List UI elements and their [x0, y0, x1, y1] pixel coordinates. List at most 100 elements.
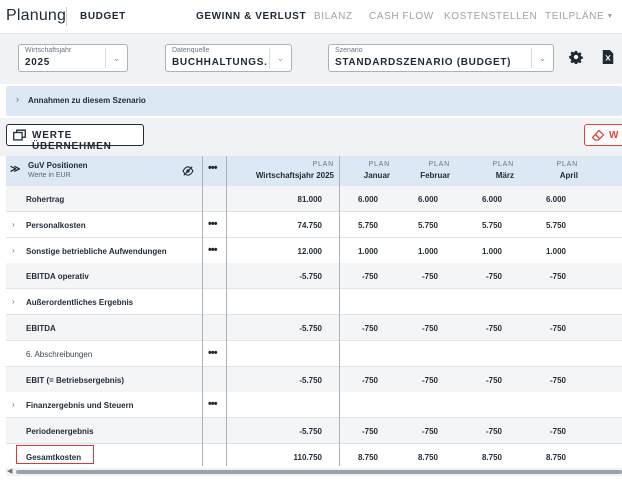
row-value[interactable]: 1.000 [442, 247, 502, 256]
take-values-label: WERTE ÜBERNEHMEN [32, 130, 112, 152]
delete-values-button[interactable]: W [584, 124, 622, 146]
row-value[interactable]: 8.750 [442, 453, 502, 462]
table-row[interactable]: Periodenergebnis -5.750 -750 -750 -750 -750 [6, 418, 622, 445]
excel-export-icon[interactable] [601, 50, 615, 64]
row-value[interactable]: -750 [506, 324, 566, 333]
horizontal-scrollbar[interactable]: ◀ [6, 468, 622, 476]
row-value[interactable]: -5.750 [262, 427, 322, 436]
row-label: 6. Abschreibungen [26, 349, 93, 359]
section-title: BUDGET [80, 11, 126, 22]
row-value[interactable]: -750 [318, 324, 378, 333]
row-value[interactable]: -750 [442, 376, 502, 385]
row-value[interactable]: -5.750 [262, 272, 322, 281]
year-select[interactable]: Wirtschaftsjahr 2025 ⌄ [18, 44, 128, 72]
row-value[interactable]: 6.000 [318, 195, 378, 204]
row-value[interactable]: -750 [378, 272, 438, 281]
column-divider [226, 156, 227, 466]
assumptions-label: Annahmen zu diesem Szenario [28, 96, 146, 105]
row-value[interactable]: 12.000 [262, 247, 322, 256]
table-row[interactable]: › Finanzergebnis und Steuern ••• [6, 392, 622, 419]
currency-note: Werte in EUR [28, 172, 71, 179]
tab-teilplaene[interactable]: TEILPLÄNE ▼ [545, 11, 614, 22]
row-value[interactable]: -750 [378, 324, 438, 333]
row-value[interactable]: -750 [318, 376, 378, 385]
row-label: Personalkosten [26, 220, 86, 230]
column-header-april: PLAN April [520, 156, 584, 186]
row-value[interactable]: 5.750 [442, 221, 502, 230]
row-value[interactable]: 8.750 [318, 453, 378, 462]
row-more-icon[interactable]: ••• [208, 218, 218, 230]
row-value[interactable]: -750 [442, 272, 502, 281]
row-value[interactable]: 6.000 [442, 195, 502, 204]
tab-gewinn-verlust[interactable]: GEWINN & VERLUST [196, 11, 306, 22]
scenario-select[interactable]: Szenario STANDARDSZENARIO (BUDGET) ⌄ [328, 44, 554, 72]
table-row[interactable]: EBIT (= Betriebsergebnis) -5.750 -750 -750-… [6, 366, 622, 393]
row-value[interactable]: 1.000 [378, 247, 438, 256]
row-value[interactable]: -750 [506, 272, 566, 281]
row-value[interactable]: -750 [442, 427, 502, 436]
scenario-select-value: STANDARDSZENARIO (BUDGET) [335, 57, 512, 68]
row-value[interactable]: 8.750 [506, 453, 566, 462]
row-value[interactable]: -750 [318, 427, 378, 436]
chevron-down-icon: ⌄ [105, 48, 127, 68]
row-value[interactable]: 6.000 [378, 195, 438, 204]
row-value[interactable]: 5.750 [378, 221, 438, 230]
table-row[interactable]: 6. Abschreibungen ••• [6, 340, 622, 367]
hide-eye-icon[interactable] [182, 166, 194, 176]
take-values-button[interactable]: WERTE ÜBERNEHMEN [6, 124, 144, 152]
row-value[interactable]: -750 [378, 376, 438, 385]
chevron-down-icon: ⌄ [531, 48, 553, 68]
column-header-februar: PLAN Februar [396, 156, 456, 186]
row-more-icon[interactable]: ••• [208, 347, 218, 359]
title-divider [66, 7, 67, 26]
row-value[interactable]: -5.750 [262, 376, 322, 385]
tab-cash-flow[interactable]: CASH FLOW [369, 11, 434, 22]
scroll-left-icon[interactable]: ◀ [7, 467, 12, 475]
row-more-icon[interactable]: ••• [208, 244, 218, 256]
filter-bar: Wirtschaftsjahr 2025 ⌄ Datenquelle BUCHH… [0, 34, 622, 84]
chevron-right-icon[interactable]: › [12, 297, 15, 306]
row-value[interactable]: -5.750 [262, 324, 322, 333]
row-value[interactable]: 74.750 [262, 221, 322, 230]
row-value[interactable]: -750 [378, 427, 438, 436]
table-row[interactable]: › Außerordentliches Ergebnis [6, 289, 622, 316]
header-more-icon[interactable]: ••• [208, 162, 218, 174]
row-label: EBITDA [26, 324, 56, 333]
chevron-right-icon[interactable]: › [12, 220, 15, 229]
collapse-all-icon[interactable]: ≫ [10, 164, 20, 175]
row-value[interactable]: -750 [442, 324, 502, 333]
row-value[interactable]: 1.000 [318, 247, 378, 256]
row-value[interactable]: 5.750 [506, 221, 566, 230]
row-label: EBITDA operativ [26, 272, 89, 282]
chevron-down-icon: ⌄ [269, 48, 291, 68]
top-navigation: Planung BUDGET GEWINN & VERLUST BILANZ C… [0, 0, 622, 34]
table-row[interactable]: EBITDA operativ -5.750 -750 -750 -750 -750 [6, 263, 622, 290]
row-value[interactable]: -750 [506, 427, 566, 436]
row-value[interactable]: 81.000 [262, 195, 322, 204]
tab-kostenstellen[interactable]: KOSTENSTELLEN [444, 11, 537, 22]
row-value[interactable]: -750 [318, 272, 378, 281]
row-value[interactable]: 8.750 [378, 453, 438, 462]
table-row[interactable]: › Sonstige betriebliche Aufwendungen ••• 12… [6, 237, 622, 264]
chevron-right-icon: › [16, 94, 19, 104]
source-select-value: BUCHHALTUNGS... [172, 57, 267, 68]
row-value[interactable]: -750 [506, 376, 566, 385]
row-value[interactable]: 5.750 [318, 221, 378, 230]
chevron-right-icon[interactable]: › [12, 400, 15, 409]
row-value[interactable]: 1.000 [506, 247, 566, 256]
table-row[interactable]: Gesamtkosten 110.750 8.750 8.750 8.750 8.750 [6, 444, 622, 470]
copy-icon [13, 129, 26, 141]
table-row[interactable]: EBITDA -5.750 -750 -750 -750 -750 [6, 315, 622, 341]
row-value[interactable]: 6.000 [506, 195, 566, 204]
gear-icon[interactable] [569, 50, 583, 64]
table-row[interactable]: Rohertrag 81.000 6.000 6.000 6.000 6.000 [6, 186, 622, 212]
chevron-right-icon[interactable]: › [12, 246, 15, 255]
row-value[interactable]: 110.750 [262, 453, 322, 462]
row-more-icon[interactable]: ••• [208, 398, 218, 410]
scrollbar-thumb[interactable] [16, 470, 622, 474]
row-label: EBIT (= Betriebsergebnis) [26, 375, 125, 385]
source-select[interactable]: Datenquelle BUCHHALTUNGS... ⌄ [165, 44, 292, 72]
table-row[interactable]: › Personalkosten ••• 74.750 5.750 5.750 5.750 5… [6, 211, 622, 238]
assumptions-panel[interactable]: › Annahmen zu diesem Szenario [6, 86, 622, 116]
tab-bilanz[interactable]: BILANZ [314, 11, 353, 22]
